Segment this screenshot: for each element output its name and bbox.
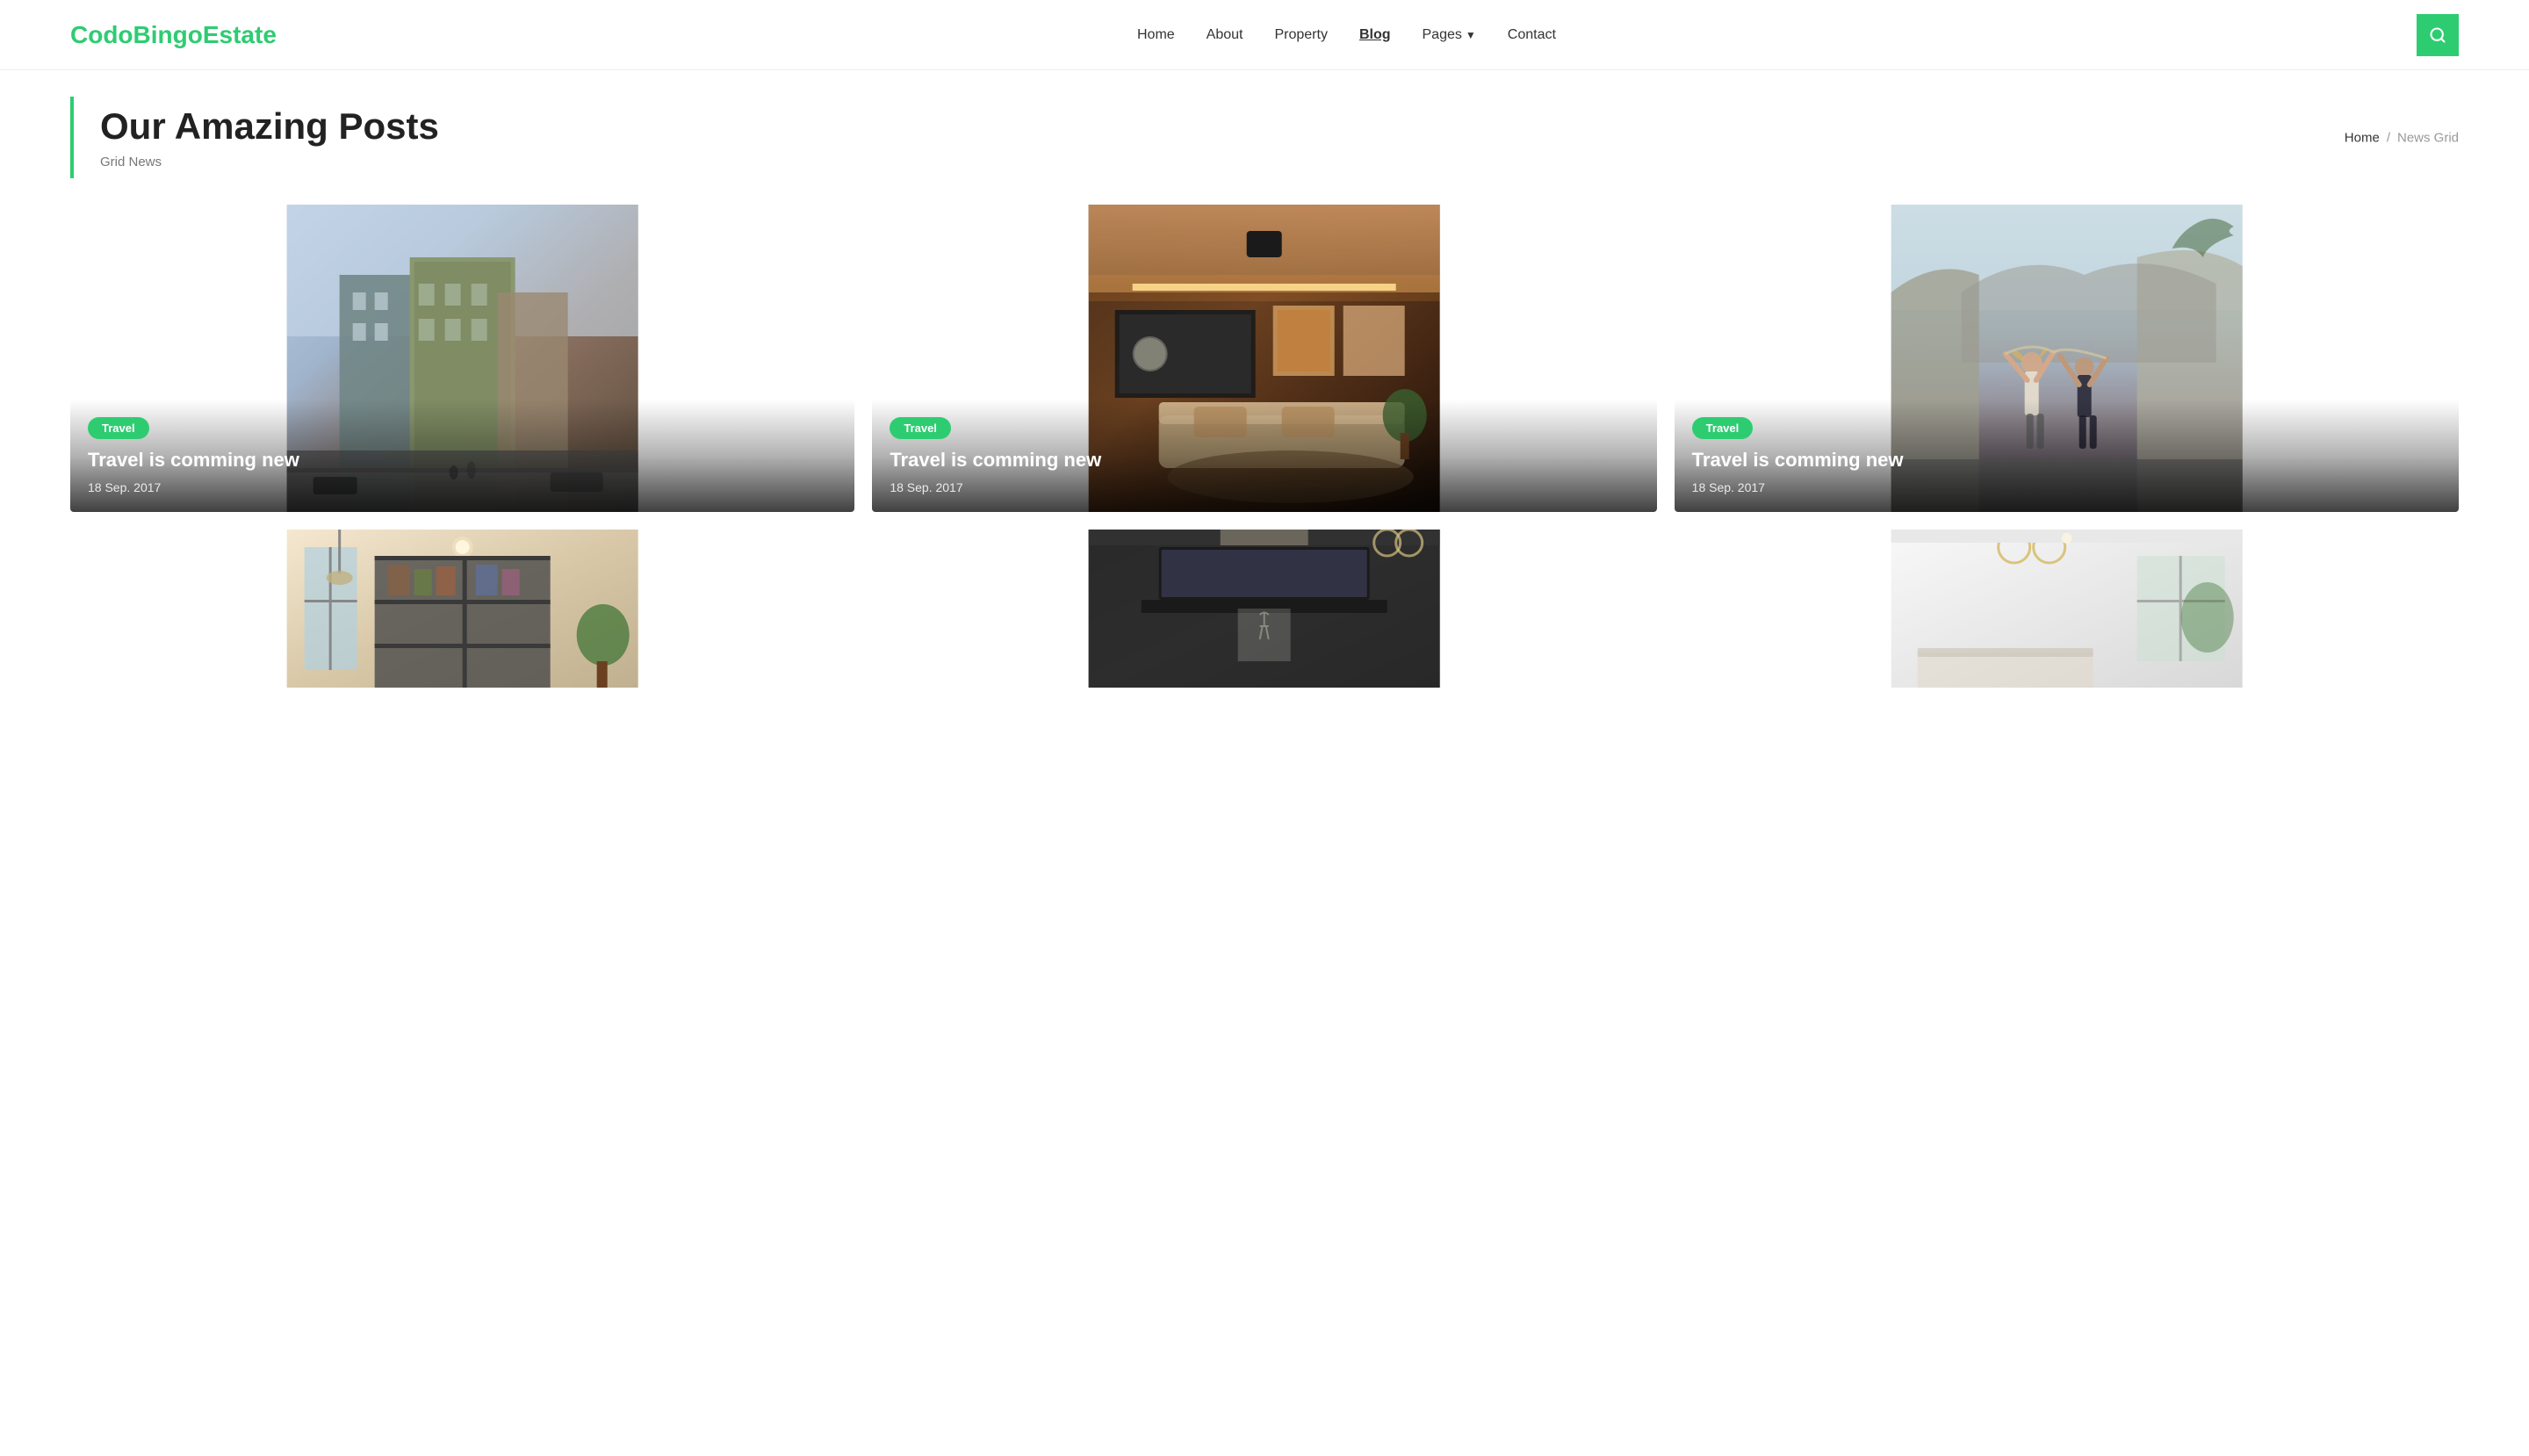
breadcrumb-home[interactable]: Home	[2345, 130, 2380, 145]
post-date-2: 18 Sep. 2017	[890, 480, 1639, 494]
post-card-5[interactable]	[872, 530, 1656, 688]
post-category-1: Travel	[88, 417, 149, 439]
post-card-2[interactable]: Travel Travel is comming new 18 Sep. 201…	[872, 205, 1656, 512]
posts-row-2	[70, 530, 2459, 688]
page-subtitle: Grid News	[100, 155, 2459, 169]
logo[interactable]: CodoBingoEstate	[70, 21, 277, 49]
page-title: Our Amazing Posts	[100, 105, 2459, 148]
nav-blog[interactable]: Blog	[1359, 27, 1391, 43]
post-card-3-overlay: Travel Travel is comming new 18 Sep. 201…	[1675, 400, 2459, 512]
breadcrumb: Home / News Grid	[2345, 130, 2459, 145]
posts-row-1: Travel Travel is comming new 18 Sep. 201…	[70, 205, 2459, 512]
search-icon	[2429, 26, 2446, 44]
post-image-5	[872, 530, 1656, 688]
nav-property[interactable]: Property	[1274, 27, 1327, 43]
post-card-2-overlay: Travel Travel is comming new 18 Sep. 201…	[872, 400, 1656, 512]
post-image-4	[70, 530, 854, 688]
breadcrumb-separator: /	[2387, 130, 2390, 145]
nav-home[interactable]: Home	[1137, 27, 1175, 43]
logo-green: Estate	[203, 21, 277, 48]
logo-black: CodoBingo	[70, 21, 203, 48]
hero-section: Our Amazing Posts Grid News Home / News …	[70, 97, 2459, 178]
post-card-6[interactable]	[1675, 530, 2459, 688]
header: CodoBingoEstate Home About Property Blog…	[0, 0, 2529, 70]
main-nav: Home About Property Blog Pages ▼ Contact	[1137, 27, 1556, 43]
nav-about[interactable]: About	[1207, 27, 1243, 43]
post-title-2: Travel is comming new	[890, 448, 1639, 473]
post-category-3: Travel	[1692, 417, 1754, 439]
post-card-1[interactable]: Travel Travel is comming new 18 Sep. 201…	[70, 205, 854, 512]
post-card-1-overlay: Travel Travel is comming new 18 Sep. 201…	[70, 400, 854, 512]
post-title-3: Travel is comming new	[1692, 448, 2441, 473]
post-image-6	[1675, 530, 2459, 688]
post-date-3: 18 Sep. 2017	[1692, 480, 2441, 494]
breadcrumb-current: News Grid	[2397, 130, 2459, 145]
post-date-1: 18 Sep. 2017	[88, 480, 837, 494]
post-category-2: Travel	[890, 417, 951, 439]
nav-contact[interactable]: Contact	[1508, 27, 1556, 43]
posts-grid: Travel Travel is comming new 18 Sep. 201…	[0, 205, 2529, 758]
chevron-down-icon: ▼	[1466, 29, 1476, 41]
search-button[interactable]	[2417, 14, 2459, 56]
nav-pages[interactable]: Pages ▼	[1423, 27, 1476, 43]
post-card-4[interactable]	[70, 530, 854, 688]
post-title-1: Travel is comming new	[88, 448, 837, 473]
post-card-3[interactable]: Travel Travel is comming new 18 Sep. 201…	[1675, 205, 2459, 512]
